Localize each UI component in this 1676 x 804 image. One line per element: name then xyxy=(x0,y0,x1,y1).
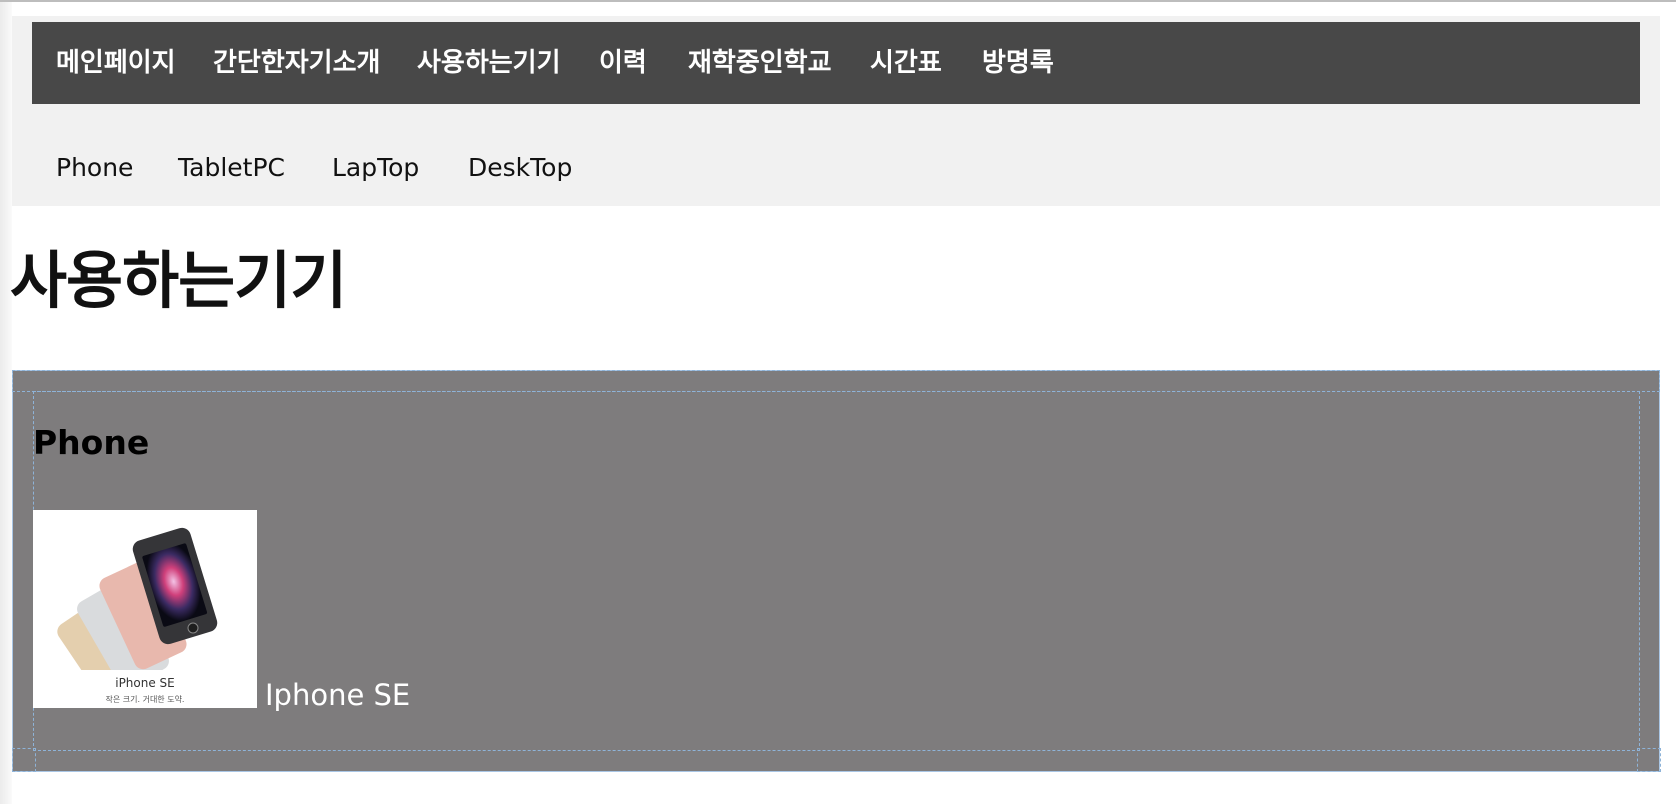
nav-item-school[interactable]: 재학중인학교 xyxy=(688,22,832,104)
layout-guide-corner-right xyxy=(1637,748,1661,772)
image-tagline: 작은 크기. 거대한 도약. xyxy=(105,695,185,704)
iphone-se-product-icon xyxy=(57,527,218,708)
image-caption: iPhone SE xyxy=(115,676,175,690)
subnav-item-tabletpc[interactable]: TabletPC xyxy=(178,148,285,188)
subnav-item-laptop[interactable]: LapTop xyxy=(332,148,419,188)
iphone-se-image[interactable]: iPhone SE 작은 크기. 거대한 도약. xyxy=(33,510,257,708)
section-title: Phone xyxy=(33,423,150,462)
layout-guide-top xyxy=(12,370,1660,392)
nav-item-devices[interactable]: 사용하는기기 xyxy=(417,22,561,104)
subnav-item-phone[interactable]: Phone xyxy=(56,148,133,188)
main-navigation: 메인페이지 간단한자기소개 사용하는기기 이력 재학중인학교 시간표 방명록 xyxy=(32,22,1640,104)
window-top-border xyxy=(0,0,1676,2)
site-header: 메인페이지 간단한자기소개 사용하는기기 이력 재학중인학교 시간표 방명록 P… xyxy=(12,16,1660,206)
subnav-item-desktop[interactable]: DeskTop xyxy=(468,148,572,188)
left-shadow xyxy=(0,2,12,804)
device-name: Iphone SE xyxy=(265,678,411,712)
layout-guide-corner-left xyxy=(12,748,36,772)
page-title: 사용하는기기 xyxy=(10,244,347,317)
phone-section: Phone iPhone SE 작은 크기. 거대한 도약. Iphone SE xyxy=(12,370,1661,772)
nav-item-main-page[interactable]: 메인페이지 xyxy=(56,22,176,104)
nav-item-timetable[interactable]: 시간표 xyxy=(870,22,942,104)
nav-item-guestbook[interactable]: 방명록 xyxy=(982,22,1054,104)
nav-item-self-introduction[interactable]: 간단한자기소개 xyxy=(213,22,380,104)
nav-item-history[interactable]: 이력 xyxy=(599,22,647,104)
